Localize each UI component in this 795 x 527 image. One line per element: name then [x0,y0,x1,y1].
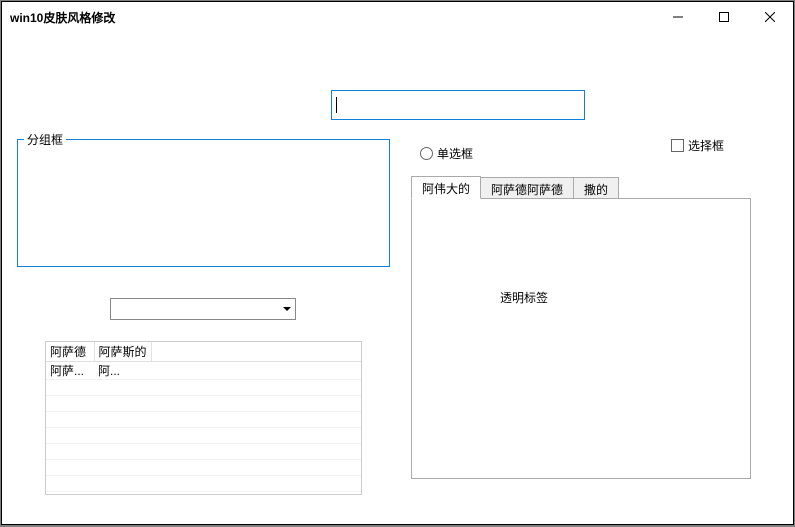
table-row[interactable] [46,396,361,412]
tab-2[interactable]: 阿萨德阿萨德 [480,177,574,199]
window-controls [655,2,793,32]
cell-empty [151,362,361,380]
close-button[interactable] [747,2,793,32]
table-row[interactable] [46,444,361,460]
column-header-1[interactable]: 阿萨德 [46,342,94,362]
combobox[interactable] [110,298,296,320]
minimize-button[interactable] [655,2,701,32]
column-header-empty [151,342,361,362]
radio-label: 单选框 [437,145,473,162]
table-row[interactable]: 阿萨... 阿... [46,362,361,380]
tab-2-label: 阿萨德阿萨德 [491,181,563,198]
caret [336,97,337,113]
table-row[interactable] [46,460,361,476]
tab-3-label: 撒的 [584,181,608,198]
maximize-button[interactable] [701,2,747,32]
table-row[interactable] [46,412,361,428]
maximize-icon [719,12,729,22]
tab-1-label: 阿伟大的 [422,180,470,197]
text-input[interactable] [331,90,585,120]
close-icon [765,12,775,22]
tab-strip: 阿伟大的 阿萨德阿萨德 撒的 [411,177,751,199]
column-header-2[interactable]: 阿萨斯的 [94,342,151,362]
checkbox-label: 选择框 [688,137,724,154]
tab-control: 阿伟大的 阿萨德阿萨德 撒的 透明标签 [411,177,751,480]
chevron-down-icon [283,307,291,311]
table-header-row: 阿萨德 阿萨斯的 [46,342,361,362]
table-row[interactable] [46,476,361,492]
listview-table: 阿萨德 阿萨斯的 阿萨... 阿... [46,342,361,492]
titlebar[interactable]: win10皮肤风格修改 [2,2,793,32]
tab-1[interactable]: 阿伟大的 [411,176,481,199]
listview[interactable]: 阿萨德 阿萨斯的 阿萨... 阿... [45,341,362,495]
main-window: win10皮肤风格修改 分组框 单选框 选择框 阿伟大的 [1,1,794,525]
table-row[interactable] [46,428,361,444]
cell: 阿萨... [46,362,94,380]
radio-icon [420,147,433,160]
table-row[interactable] [46,380,361,396]
checkbox[interactable]: 选择框 [671,137,724,154]
tab-3[interactable]: 撒的 [573,177,619,199]
window-title: win10皮肤风格修改 [10,9,115,26]
groupbox-legend: 分组框 [24,131,66,148]
cell: 阿... [94,362,151,380]
radio-button[interactable]: 单选框 [420,145,473,162]
transparent-label: 透明标签 [500,289,548,306]
checkbox-icon [671,139,684,152]
minimize-icon [673,12,683,22]
groupbox: 分组框 [17,139,390,267]
tab-page: 透明标签 [411,198,751,479]
